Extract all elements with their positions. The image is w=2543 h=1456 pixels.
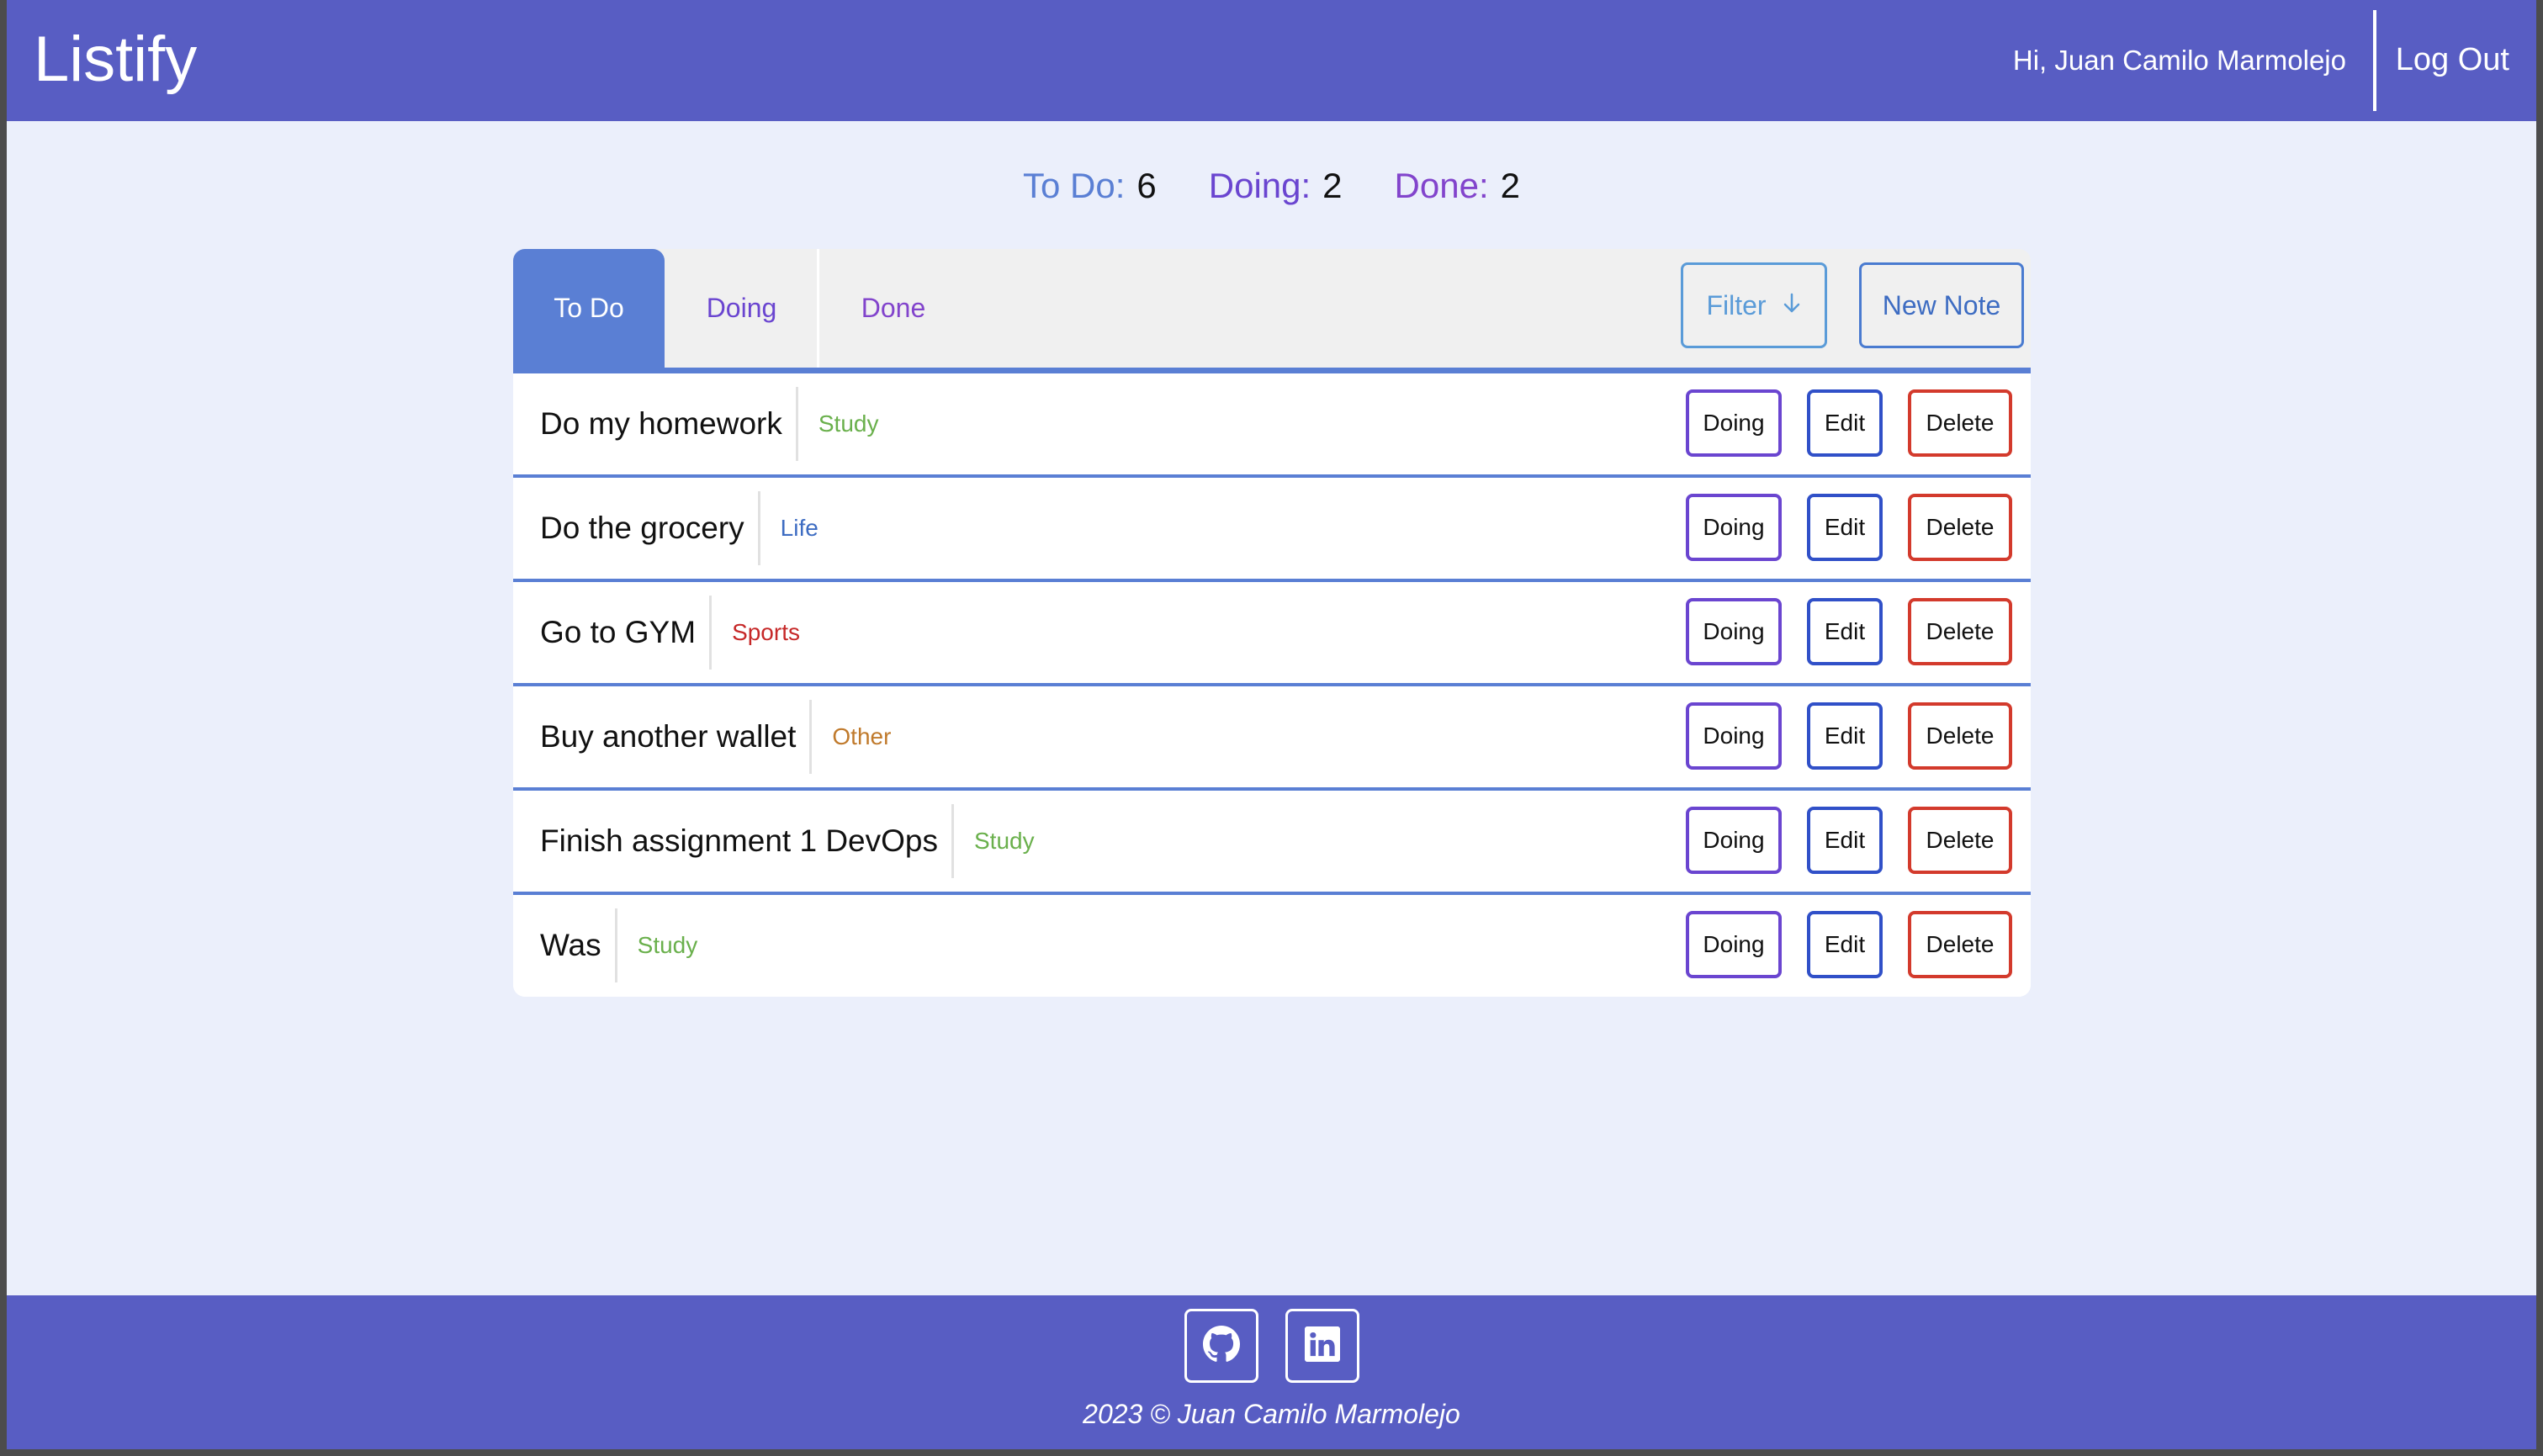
note-row: Do the grocery Life Doing Edit Delete	[513, 478, 2031, 582]
footer: 2023 © Juan Camilo Marmolejo	[7, 1295, 2536, 1449]
copyright-text: 2023 © Juan Camilo Marmolejo	[1083, 1399, 1460, 1429]
stat-doing: Doing: 2	[1209, 165, 1343, 207]
note-category: Life	[780, 515, 819, 541]
edit-button[interactable]: Edit	[1807, 598, 1883, 665]
note-row-head: Do my homework Study	[540, 373, 878, 474]
note-row-head: Buy another wallet Other	[540, 686, 891, 787]
notes-panel: To Do Doing Done Filter New Note Do my h…	[513, 249, 2031, 1000]
note-title: Go to GYM	[540, 615, 697, 649]
note-title: Finish assignment 1 DevOps	[540, 823, 938, 858]
note-category: Study	[637, 932, 698, 958]
note-row: Go to GYM Sports Doing Edit Delete	[513, 582, 2031, 686]
tab-todo[interactable]: To Do	[513, 249, 665, 368]
note-category: Sports	[732, 619, 800, 645]
header-divider	[2373, 10, 2376, 111]
move-to-doing-button[interactable]: Doing	[1686, 598, 1782, 665]
note-row-head: Do the grocery Life	[540, 478, 819, 579]
tab-bar: To Do Doing Done Filter New Note	[513, 249, 2031, 373]
stat-done-label: Done:	[1394, 166, 1489, 205]
edit-button[interactable]: Edit	[1807, 702, 1883, 770]
note-title: Buy another wallet	[540, 719, 797, 754]
stat-todo-count: 6	[1136, 166, 1157, 205]
note-category: Study	[973, 828, 1035, 854]
stat-todo-label: To Do:	[1023, 166, 1126, 205]
tab-done[interactable]: Done	[822, 249, 965, 368]
note-row-head: Finish assignment 1 DevOps Study	[540, 791, 1035, 892]
edit-button[interactable]: Edit	[1807, 911, 1883, 978]
delete-button[interactable]: Delete	[1908, 911, 2012, 978]
edit-button[interactable]: Edit	[1807, 494, 1883, 561]
note-row-head: Go to GYM Sports	[540, 582, 800, 683]
move-to-doing-button[interactable]: Doing	[1686, 389, 1782, 457]
github-link[interactable]	[1184, 1309, 1258, 1383]
notes-list: Do my homework Study Doing Edit Delete D…	[513, 373, 2031, 997]
note-separator	[757, 491, 760, 565]
delete-button[interactable]: Delete	[1908, 389, 2012, 457]
task-stats: To Do: 6 Doing: 2 Done: 2	[7, 165, 2536, 207]
note-row: Do my homework Study Doing Edit Delete	[513, 373, 2031, 478]
linkedin-icon	[1305, 1326, 1340, 1366]
filter-label: Filter	[1706, 289, 1767, 320]
arrow-down-icon	[1782, 290, 1802, 321]
app-window: Listify Hi, Juan Camilo Marmolejo Log Ou…	[7, 0, 2536, 1449]
top-navbar: Listify Hi, Juan Camilo Marmolejo Log Ou…	[7, 0, 2536, 121]
note-row: Was Study Doing Edit Delete	[513, 895, 2031, 997]
move-to-doing-button[interactable]: Doing	[1686, 702, 1782, 770]
note-separator	[614, 908, 617, 982]
note-title: Do my homework	[540, 406, 782, 441]
edit-button[interactable]: Edit	[1807, 389, 1883, 457]
note-title: Was	[540, 928, 601, 962]
note-row-head: Was Study	[540, 895, 697, 996]
move-to-doing-button[interactable]: Doing	[1686, 807, 1782, 874]
github-icon	[1203, 1325, 1240, 1367]
move-to-doing-button[interactable]: Doing	[1686, 494, 1782, 561]
edit-button[interactable]: Edit	[1807, 807, 1883, 874]
delete-button[interactable]: Delete	[1908, 598, 2012, 665]
delete-button[interactable]: Delete	[1908, 702, 2012, 770]
note-separator	[809, 700, 813, 774]
delete-button[interactable]: Delete	[1908, 807, 2012, 874]
stat-done: Done: 2	[1395, 165, 1520, 207]
note-row: Finish assignment 1 DevOps Study Doing E…	[513, 791, 2031, 895]
note-row: Buy another wallet Other Doing Edit Dele…	[513, 686, 2031, 791]
new-note-button[interactable]: New Note	[1859, 262, 2024, 348]
linkedin-link[interactable]	[1285, 1309, 1359, 1383]
stat-todo: To Do: 6	[1023, 165, 1157, 207]
note-separator	[709, 596, 713, 670]
note-category: Study	[818, 410, 879, 437]
note-title: Do the grocery	[540, 511, 744, 545]
tab-doing[interactable]: Doing	[666, 249, 819, 368]
user-greeting: Hi, Juan Camilo Marmolejo	[2012, 45, 2346, 76]
brand-logo[interactable]: Listify	[34, 22, 197, 98]
move-to-doing-button[interactable]: Doing	[1686, 911, 1782, 978]
logout-button[interactable]: Log Out	[2396, 40, 2509, 79]
stat-doing-count: 2	[1322, 166, 1343, 205]
stat-doing-label: Doing:	[1208, 166, 1311, 205]
note-separator	[951, 804, 954, 878]
delete-button[interactable]: Delete	[1908, 494, 2012, 561]
note-separator	[795, 387, 798, 461]
stat-done-count: 2	[1500, 166, 1520, 205]
filter-button[interactable]: Filter	[1681, 262, 1827, 348]
note-category: Other	[832, 723, 892, 749]
